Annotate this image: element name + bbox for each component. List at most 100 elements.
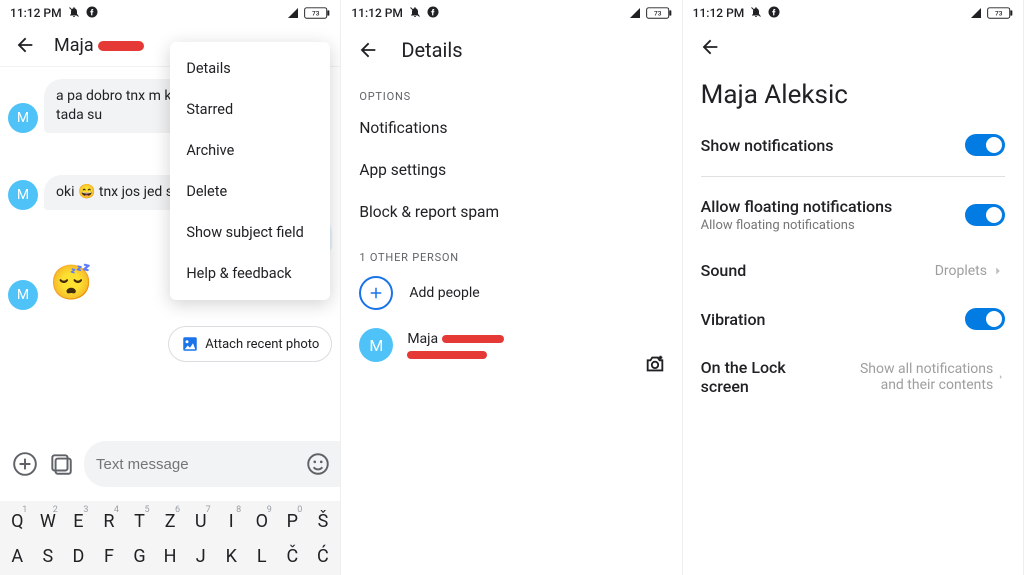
menu-help[interactable]: Help & feedback bbox=[170, 253, 330, 294]
image-icon bbox=[181, 335, 199, 353]
setting-floating-notifications[interactable]: Allow floating notifications Allow float… bbox=[683, 183, 1023, 247]
setting-lockscreen-value: Show all notifications and their content… bbox=[855, 361, 993, 393]
section-label-options: OPTIONS bbox=[341, 72, 681, 107]
key[interactable]: 4R bbox=[96, 505, 122, 536]
chevron-right-icon bbox=[991, 264, 1005, 278]
toggle-vibration[interactable] bbox=[965, 308, 1005, 330]
setting-lock-screen[interactable]: On the Lock screen Show all notification… bbox=[683, 344, 1023, 410]
divider bbox=[701, 176, 1005, 177]
key[interactable]: 7U bbox=[188, 505, 214, 536]
back-arrow-icon[interactable] bbox=[14, 34, 36, 56]
signal-icon bbox=[286, 7, 300, 19]
key[interactable]: D bbox=[65, 540, 91, 571]
key[interactable]: 1Q bbox=[4, 505, 30, 536]
menu-show-subject[interactable]: Show subject field bbox=[170, 212, 330, 253]
compose-input[interactable] bbox=[96, 456, 295, 473]
message-bubble[interactable]: 😴 bbox=[44, 257, 98, 311]
status-bar: 11:12 PM 73 bbox=[341, 0, 681, 24]
key[interactable]: 2W bbox=[35, 505, 61, 536]
menu-details[interactable]: Details bbox=[170, 48, 330, 89]
signal-icon bbox=[969, 7, 983, 19]
person-row[interactable]: M Maja bbox=[341, 318, 681, 372]
setting-show-notifications[interactable]: Show notifications bbox=[683, 120, 1023, 170]
toggle-floating[interactable] bbox=[965, 204, 1005, 226]
signal-icon bbox=[628, 7, 642, 19]
details-title: Details bbox=[401, 38, 462, 62]
svg-text:73: 73 bbox=[654, 10, 662, 18]
add-icon bbox=[359, 276, 393, 310]
battery-icon: 73 bbox=[646, 7, 672, 19]
svg-text:73: 73 bbox=[995, 10, 1003, 18]
option-notifications[interactable]: Notifications bbox=[341, 107, 681, 149]
status-time: 11:12 PM bbox=[351, 6, 439, 20]
camera-plus-icon[interactable] bbox=[642, 353, 668, 375]
key[interactable]: S bbox=[35, 540, 61, 571]
chevron-right-icon bbox=[997, 370, 1005, 384]
avatar: M bbox=[8, 180, 38, 210]
section-label-people: 1 OTHER PERSON bbox=[341, 233, 681, 268]
add-people-row[interactable]: Add people bbox=[341, 268, 681, 318]
overflow-menu: Details Starred Archive Delete Show subj… bbox=[170, 42, 330, 300]
facebook-icon bbox=[427, 6, 439, 18]
plus-icon[interactable] bbox=[12, 451, 38, 477]
redaction-mark bbox=[98, 41, 144, 51]
option-app-settings[interactable]: App settings bbox=[341, 149, 681, 191]
key[interactable]: H bbox=[157, 540, 183, 571]
back-arrow-icon[interactable] bbox=[699, 36, 721, 58]
attach-recent-photo-chip[interactable]: Attach recent photo bbox=[168, 326, 332, 362]
panel-conversation: 11:12 PM 73 Maja M a pa dobro tnx m kupi… bbox=[0, 0, 341, 575]
key[interactable]: 0P bbox=[279, 505, 305, 536]
status-bar: 11:12 PM 73 bbox=[683, 0, 1023, 24]
avatar: M bbox=[359, 328, 393, 362]
mute-icon bbox=[409, 6, 421, 18]
option-block-report[interactable]: Block & report spam bbox=[341, 191, 681, 233]
key[interactable]: A bbox=[4, 540, 30, 571]
avatar: M bbox=[8, 103, 38, 133]
facebook-icon bbox=[768, 6, 780, 18]
status-bar: 11:12 PM 73 bbox=[0, 0, 340, 24]
panel-notification-settings: 11:12 PM 73 Maja Aleksic Show notificati… bbox=[683, 0, 1024, 575]
settings-header bbox=[683, 24, 1023, 66]
setting-sound-value: Droplets bbox=[935, 263, 987, 279]
add-people-label: Add people bbox=[409, 285, 479, 301]
menu-delete[interactable]: Delete bbox=[170, 171, 330, 212]
key[interactable]: J bbox=[188, 540, 214, 571]
menu-starred[interactable]: Starred bbox=[170, 89, 330, 130]
setting-vibration[interactable]: Vibration bbox=[683, 294, 1023, 344]
key[interactable]: 5T bbox=[127, 505, 153, 536]
redaction-mark bbox=[407, 351, 487, 359]
setting-sound[interactable]: Sound Droplets bbox=[683, 247, 1023, 294]
keyboard[interactable]: 1Q2W3E4R5T6Z7U8I9O0PŠ ASDFGHJKLČĆ bbox=[0, 501, 340, 575]
settings-title: Maja Aleksic bbox=[683, 66, 1023, 120]
avatar: M bbox=[8, 280, 38, 310]
battery-icon: 73 bbox=[987, 7, 1013, 19]
compose-input-wrap bbox=[84, 441, 341, 487]
key[interactable]: F bbox=[96, 540, 122, 571]
key[interactable]: 9O bbox=[249, 505, 275, 536]
gallery-icon[interactable] bbox=[48, 451, 74, 477]
status-time: 11:12 PM bbox=[693, 6, 781, 20]
key[interactable]: 6Z bbox=[157, 505, 183, 536]
key[interactable]: Š bbox=[310, 505, 336, 536]
redaction-mark bbox=[442, 335, 504, 343]
key[interactable]: 8I bbox=[218, 505, 244, 536]
compose-bar bbox=[0, 433, 340, 495]
back-arrow-icon[interactable] bbox=[357, 39, 379, 61]
toggle-show-notifications[interactable] bbox=[965, 134, 1005, 156]
menu-archive[interactable]: Archive bbox=[170, 130, 330, 171]
facebook-icon bbox=[86, 6, 98, 18]
key[interactable]: G bbox=[127, 540, 153, 571]
key[interactable]: Č bbox=[279, 540, 305, 571]
key[interactable]: 3E bbox=[65, 505, 91, 536]
key[interactable]: K bbox=[218, 540, 244, 571]
battery-icon: 73 bbox=[304, 7, 330, 19]
mute-icon bbox=[68, 6, 80, 18]
status-time: 11:12 PM bbox=[10, 6, 98, 20]
emoji-icon[interactable] bbox=[305, 451, 331, 477]
conversation-contact-name: Maja bbox=[54, 35, 144, 56]
person-name: Maja bbox=[407, 331, 503, 347]
key[interactable]: L bbox=[249, 540, 275, 571]
key[interactable]: Ć bbox=[310, 540, 336, 571]
panel-details: 11:12 PM 73 Details OPTIONS Notification… bbox=[341, 0, 682, 575]
details-header: Details bbox=[341, 24, 681, 72]
